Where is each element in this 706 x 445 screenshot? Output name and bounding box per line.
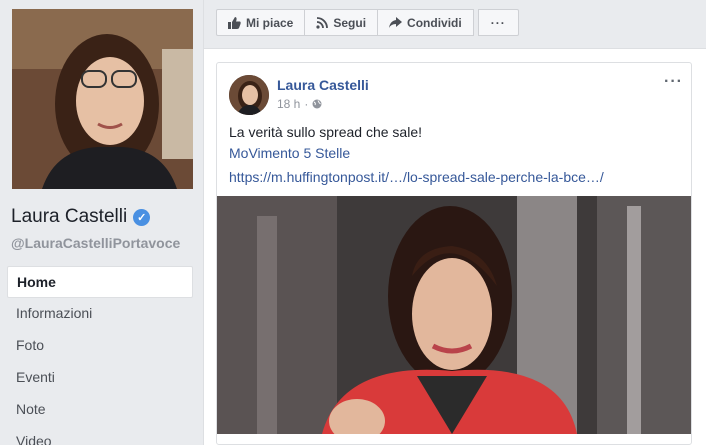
- post-options-button[interactable]: ···: [664, 73, 683, 91]
- nav-item-note[interactable]: Note: [7, 394, 193, 426]
- page-actions-bar: Mi piace Segui Condividi ···: [216, 9, 519, 36]
- profile-picture[interactable]: [12, 9, 193, 189]
- author-avatar[interactable]: [229, 75, 269, 115]
- post-hashtag-link[interactable]: MoVimento 5 Stelle: [229, 145, 350, 161]
- page-name[interactable]: Laura Castelli ✓: [11, 206, 151, 228]
- nav-item-informazioni[interactable]: Informazioni: [7, 298, 193, 330]
- verified-badge-icon: ✓: [133, 208, 151, 226]
- nav-item-foto[interactable]: Foto: [7, 330, 193, 362]
- post-card: Laura Castelli 18 h · ··· La verità sull…: [216, 62, 692, 445]
- like-button[interactable]: Mi piace: [216, 9, 306, 36]
- post-time[interactable]: 18 h: [277, 97, 300, 111]
- follow-button[interactable]: Segui: [304, 9, 379, 36]
- nav-item-video[interactable]: Video: [7, 426, 193, 445]
- post-url-link[interactable]: https://m.huffingtonpost.it/…/lo-spread-…: [229, 169, 604, 185]
- share-button[interactable]: Condividi: [377, 9, 474, 36]
- meta-separator: ·: [304, 97, 309, 111]
- more-actions-button[interactable]: ···: [477, 9, 519, 36]
- page-nav: Home Informazioni Foto Eventi Note Video: [7, 266, 193, 445]
- thumbs-up-icon: [228, 16, 241, 29]
- follow-label: Segui: [333, 15, 367, 30]
- post-author[interactable]: Laura Castelli: [277, 77, 369, 93]
- nav-item-eventi[interactable]: Eventi: [7, 362, 193, 394]
- page-name-text: Laura Castelli: [11, 206, 128, 227]
- globe-icon: [312, 99, 322, 109]
- post-text: La verità sullo spread che sale!: [229, 124, 422, 140]
- post-meta: 18 h ·: [277, 97, 322, 111]
- share-arrow-icon: [389, 17, 403, 28]
- nav-item-home[interactable]: Home: [7, 266, 193, 298]
- post-image[interactable]: [217, 196, 691, 434]
- page-handle[interactable]: @LauraCastelliPortavoce: [11, 235, 180, 251]
- like-label: Mi piace: [246, 15, 294, 30]
- left-column: Laura Castelli ✓ @LauraCastelliPortavoce…: [0, 0, 203, 445]
- share-label: Condividi: [407, 15, 462, 30]
- rss-icon: [316, 16, 329, 29]
